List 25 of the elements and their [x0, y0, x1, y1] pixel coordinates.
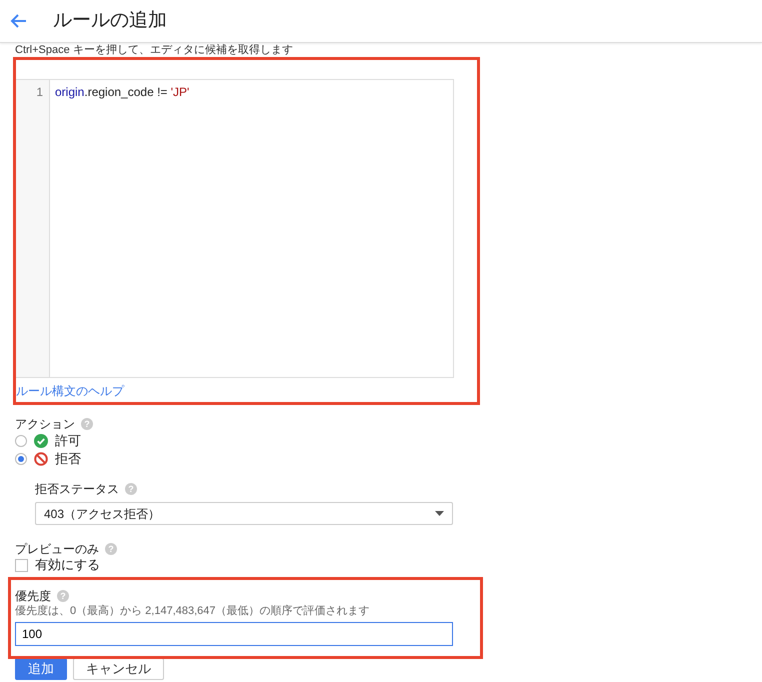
checkbox-label: 有効にする — [35, 557, 100, 573]
check-circle-icon — [34, 434, 48, 448]
line-number: 1 — [35, 84, 44, 100]
radio-label: 拒否 — [55, 451, 81, 467]
radio-button[interactable] — [15, 435, 27, 447]
cancel-button[interactable]: キャンセル — [73, 658, 164, 680]
priority-input[interactable]: 100 — [15, 622, 453, 646]
page-title: ルールの追加 — [53, 9, 167, 33]
code-line: origin.region_code != 'JP' — [55, 84, 190, 100]
prohibited-icon — [34, 452, 48, 466]
preview-label: プレビューのみ — [15, 541, 99, 557]
code-editor[interactable]: 1 origin.region_code != 'JP' — [15, 79, 454, 378]
syntax-help-link[interactable]: ルール構文のヘルプ — [15, 384, 125, 399]
back-arrow-icon[interactable] — [9, 13, 27, 29]
dropdown-caret-icon — [435, 511, 444, 516]
deny-status-label: 拒否ステータス — [35, 481, 119, 497]
editor-hint: Ctrl+Space キーを押して、エディタに候補を取得します — [15, 44, 294, 56]
checkbox[interactable] — [15, 558, 28, 572]
priority-description: 優先度は、0（最高）から 2,147,483,647（最低）の順序で評価されます — [15, 604, 371, 618]
status-dropdown[interactable]: 403（アクセス拒否） — [35, 502, 453, 525]
action-label: アクション — [15, 416, 75, 432]
radio-label: 許可 — [55, 433, 81, 449]
radio-button[interactable] — [15, 453, 27, 465]
add-button[interactable]: 追加 — [15, 658, 67, 680]
priority-label: 優先度 — [15, 588, 51, 604]
